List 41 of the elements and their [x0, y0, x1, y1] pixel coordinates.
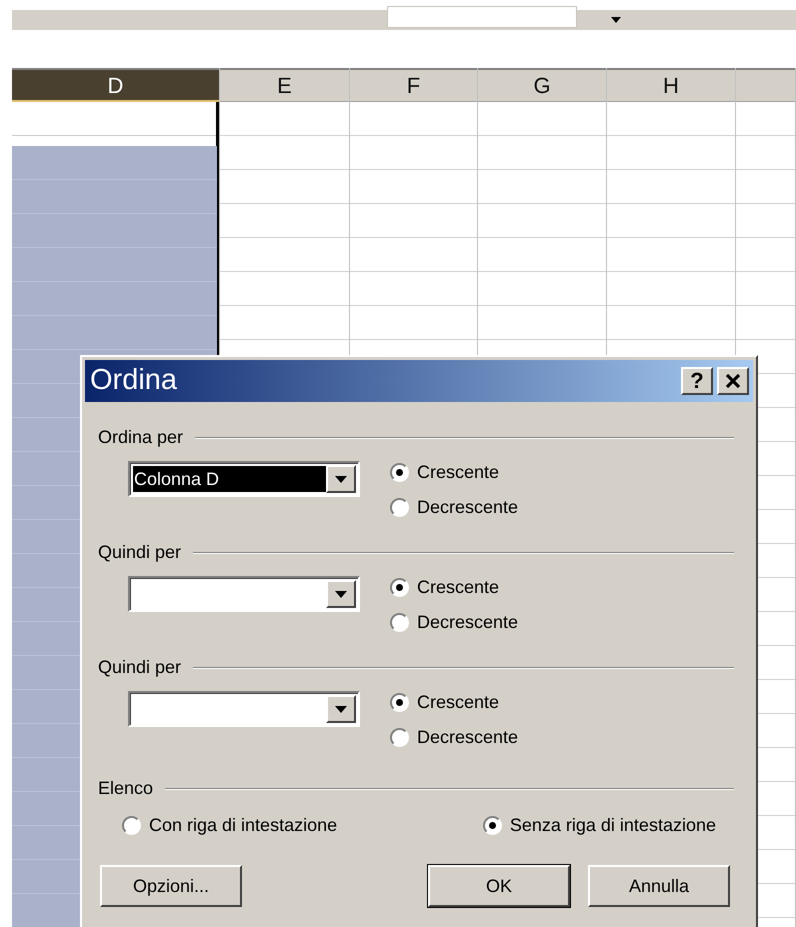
radio-button[interactable] — [390, 463, 409, 482]
dropdown-arrow-icon — [335, 706, 347, 712]
column-header[interactable] — [736, 68, 795, 102]
column-header[interactable]: H — [607, 68, 735, 102]
radio-label[interactable]: Crescente — [417, 574, 500, 601]
close-icon[interactable] — [725, 373, 741, 389]
column-header[interactable]: D — [12, 68, 219, 102]
radio-button[interactable] — [390, 613, 409, 632]
radio-label[interactable]: Decrescente — [417, 609, 518, 636]
help-button[interactable]: ? — [681, 367, 713, 395]
sort-dropdown[interactable] — [128, 691, 360, 727]
radio-button[interactable] — [390, 498, 409, 517]
radio-label[interactable]: Crescente — [417, 459, 500, 486]
sort-dropdown[interactable] — [128, 576, 360, 612]
radio-button[interactable] — [390, 578, 409, 597]
dialog-button[interactable]: Opzioni... — [100, 865, 242, 907]
dropdown-arrow-icon — [335, 590, 347, 598]
sort-dropdown[interactable]: Colonna D — [128, 461, 360, 497]
column-header[interactable]: G — [478, 68, 606, 102]
radio-button[interactable] — [390, 728, 409, 747]
radio-button[interactable] — [390, 693, 409, 712]
group-label: Quindi per — [98, 656, 182, 679]
column-header[interactable]: F — [350, 68, 477, 102]
dialog-title: Ordina — [90, 363, 178, 398]
radio-label[interactable]: Con riga di intestazione — [149, 812, 338, 839]
group-label: Ordina per — [98, 426, 184, 449]
dropdown-arrow-icon[interactable] — [610, 16, 622, 24]
close-button[interactable] — [717, 367, 749, 395]
radio-button[interactable] — [482, 816, 502, 835]
column-header[interactable]: E — [220, 68, 349, 102]
dialog-button[interactable]: OK — [428, 865, 570, 907]
radio-label[interactable]: Crescente — [417, 689, 500, 716]
radio-label[interactable]: Decrescente — [417, 724, 518, 751]
radio-label[interactable]: Decrescente — [417, 494, 518, 521]
dialog-button[interactable]: Annulla — [588, 865, 730, 907]
radio-label[interactable]: Senza riga di intestazione — [510, 812, 716, 839]
group-label: Quindi per — [98, 541, 182, 564]
radio-button[interactable] — [122, 816, 141, 835]
dropdown-arrow-icon — [335, 476, 347, 482]
font-field[interactable] — [387, 6, 577, 28]
group-label: Elenco — [98, 777, 154, 800]
